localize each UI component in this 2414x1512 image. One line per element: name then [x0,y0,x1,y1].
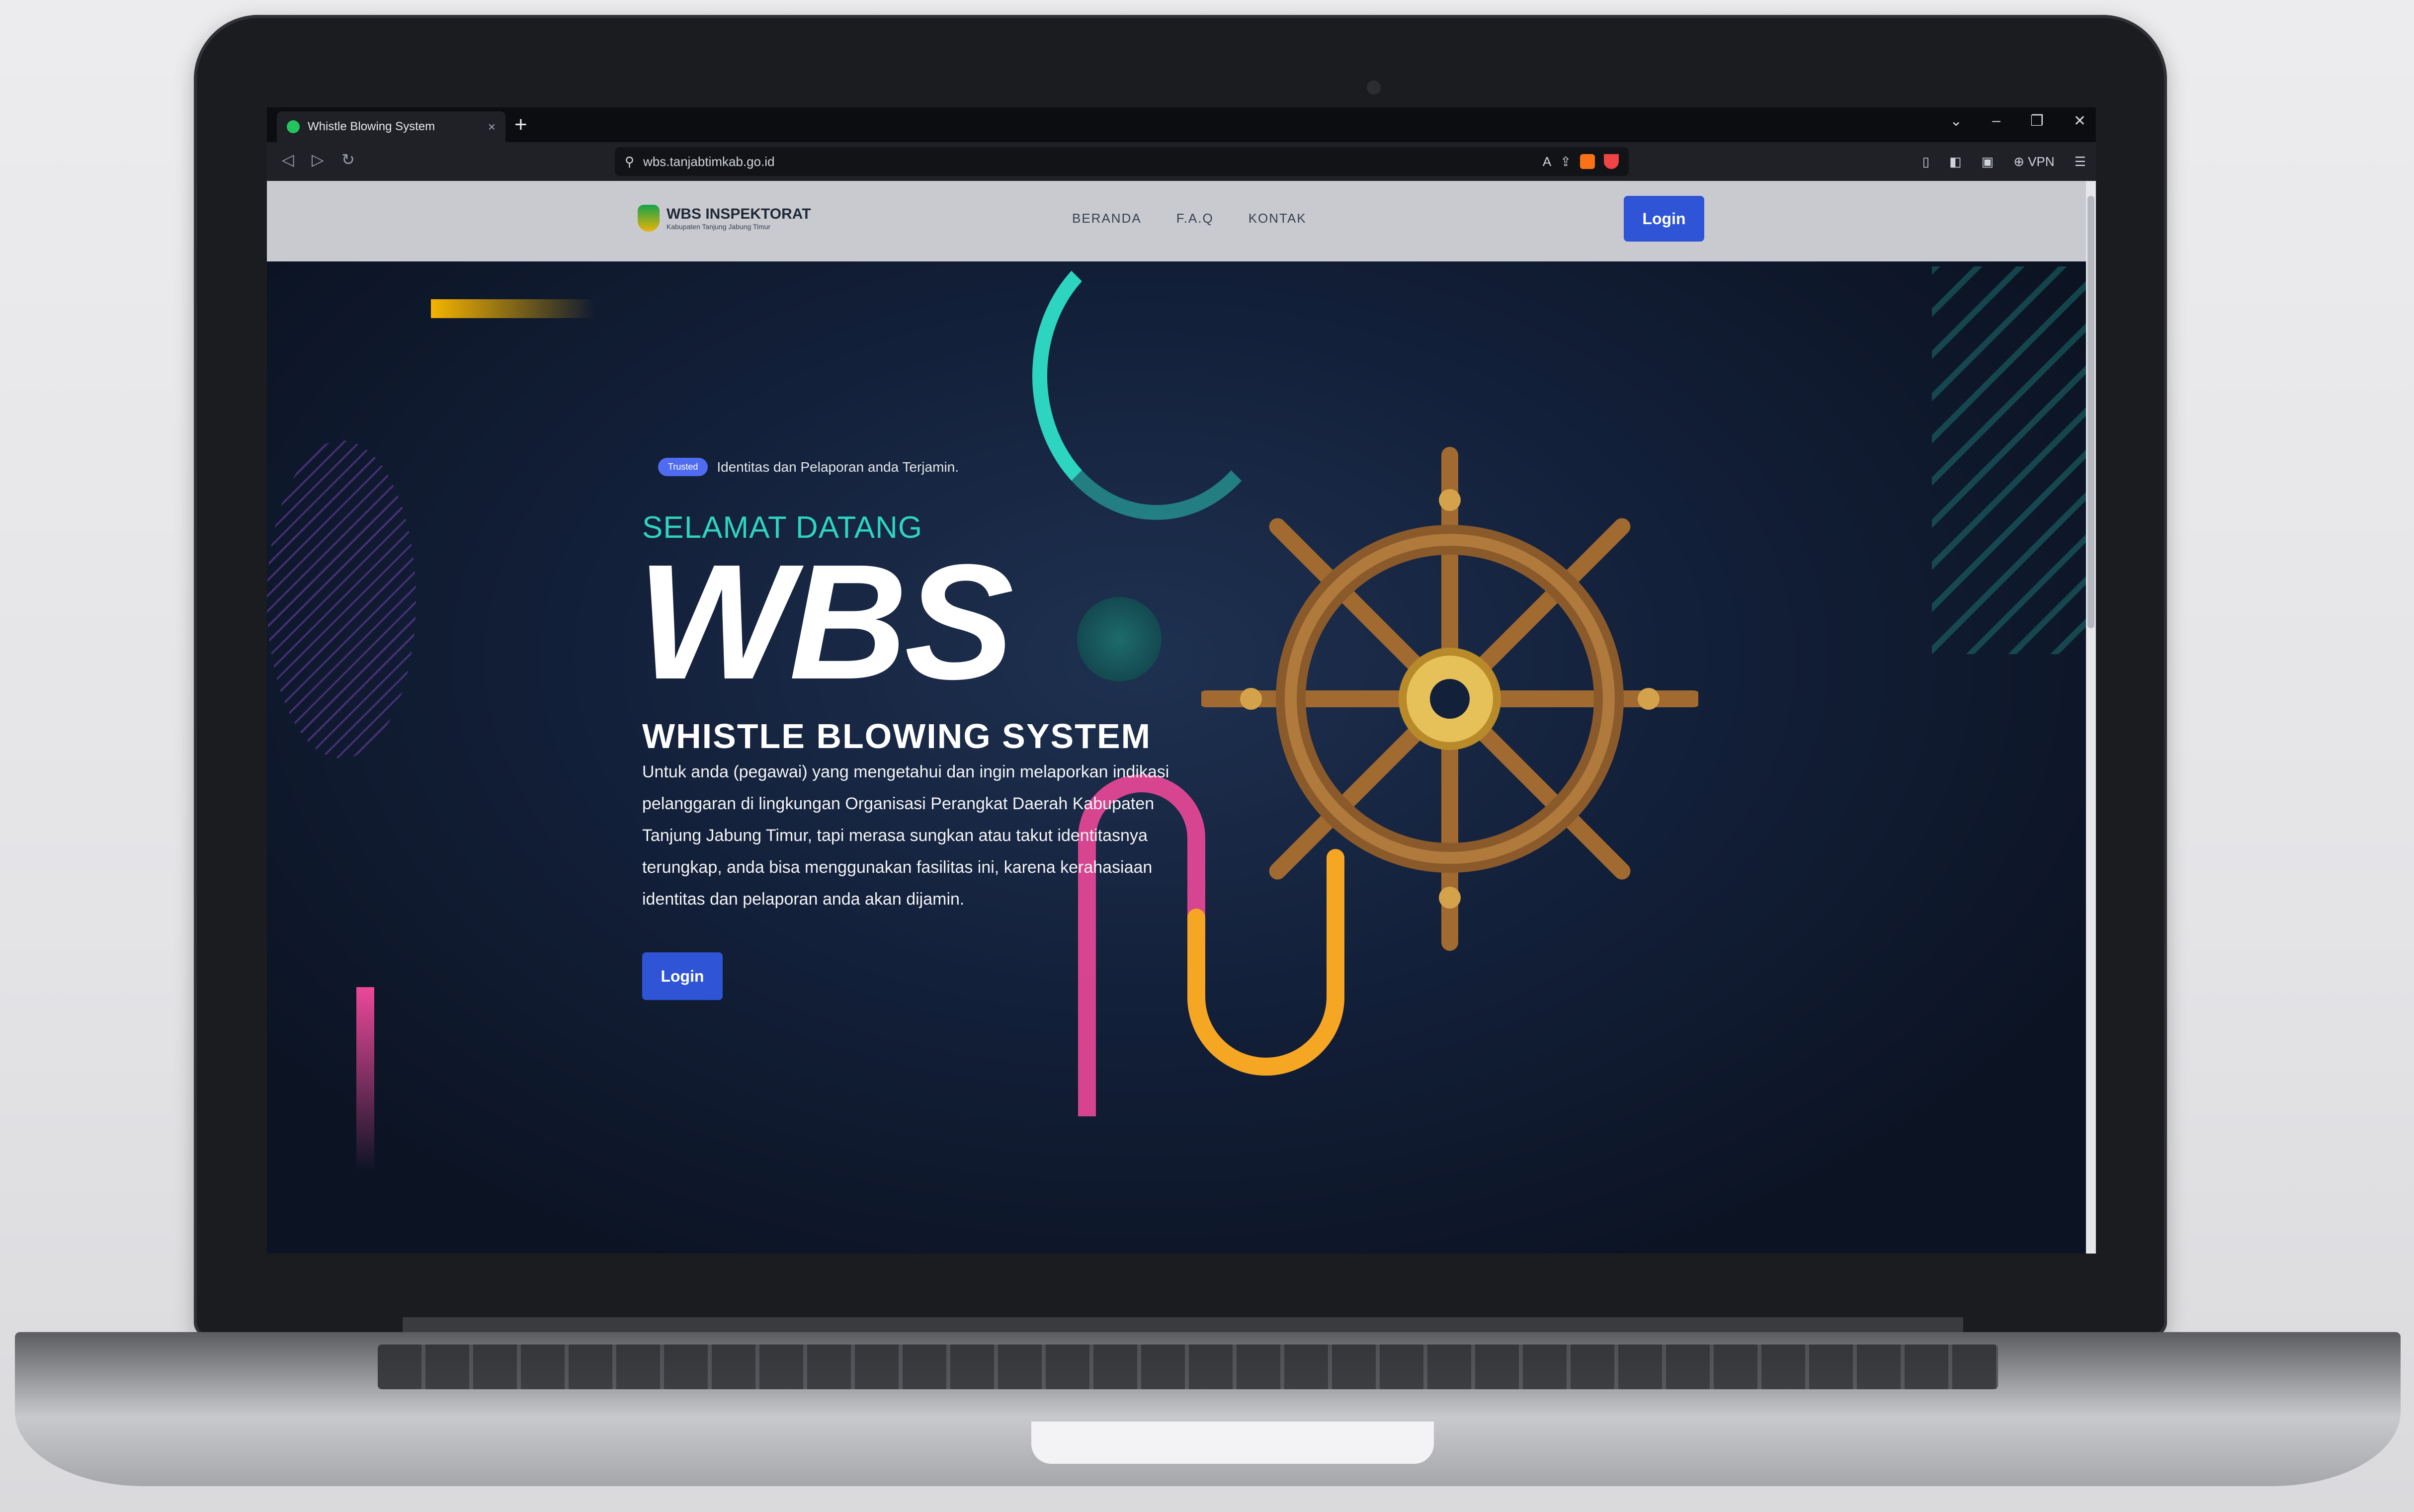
tab-search-icon[interactable]: ⌄ [1950,112,1962,130]
sidebar-icon[interactable]: ▯ [1922,154,1929,169]
back-icon[interactable]: ◁ [282,150,294,169]
webcam [1367,81,1381,94]
keyboard-keys [378,1344,1998,1389]
address-bar[interactable]: ⚲ wbs.tanjabtimkab.go.id A ⇪ [615,147,1629,176]
brave-rewards-icon[interactable] [1604,154,1619,169]
site-header: WBS INSPEKTORAT Kabupaten Tanjung Jabung… [267,181,2086,261]
menu-item-kontak[interactable]: KONTAK [1249,211,1307,226]
description: Untuk anda (pegawai) yang mengetahui dan… [642,762,1169,909]
scrollbar-thumb[interactable] [2087,196,2094,628]
hero-section: Trusted Identitas dan Pelaporan anda Ter… [267,261,2086,1254]
pink-bar-decoration [356,987,374,1171]
diagonal-lines-decoration [1932,266,2086,654]
restore-icon[interactable]: ❐ [2030,112,2044,130]
tab-bar: Whistle Blowing System × + ⌄ – ❐ ✕ [267,107,2096,142]
menu-item-faq[interactable]: F.A.Q [1176,211,1214,226]
main-menu: BERANDA F.A.Q KONTAK [1072,211,1307,226]
reload-icon[interactable]: ↻ [341,150,355,169]
shield-favicon-icon [287,120,300,133]
striped-circle-decoration [267,440,416,758]
site-logo[interactable]: WBS INSPEKTORAT Kabupaten Tanjung Jabung… [638,205,811,232]
menu-icon[interactable]: ☰ [2075,154,2086,169]
close-window-icon[interactable]: ✕ [2074,112,2086,130]
split-view-icon[interactable]: ◧ [1949,154,1962,169]
wallet-icon[interactable]: ▣ [1982,154,1994,169]
logo-subtitle: Kabupaten Tanjung Jabung Timur [666,223,771,231]
browser-window: Whistle Blowing System × + ⌄ – ❐ ✕ ◁ ▷ ↻… [267,107,2096,1254]
scrollbar[interactable] [2086,181,2096,1254]
new-tab-button[interactable]: + [514,112,527,137]
gold-bar-decoration [431,299,595,318]
window-controls: ⌄ – ❐ ✕ [1950,112,2086,130]
close-tab-icon[interactable]: × [488,119,496,135]
subtitle: WHISTLE BLOWING SYSTEM [642,717,1151,756]
site-info-icon[interactable]: ⚲ [625,154,634,169]
translate-icon[interactable]: A [1543,154,1551,169]
teal-dot-decoration [1077,597,1162,681]
logo-title: WBS INSPEKTORAT [666,206,811,222]
menu-item-beranda[interactable]: BERANDA [1072,211,1142,226]
hero-login-button[interactable]: Login [642,952,723,1000]
tab-title: Whistle Blowing System [308,120,435,133]
headline: WBS [637,530,1014,713]
url-text: wbs.tanjabtimkab.go.id [643,154,775,169]
ship-wheel-icon [1201,447,1698,951]
forward-icon[interactable]: ▷ [312,150,324,169]
browser-tab[interactable]: Whistle Blowing System × [277,111,505,142]
emblem-icon [638,205,660,232]
trusted-badge: Trusted [658,458,708,476]
minimize-icon[interactable]: – [1992,112,2000,130]
brave-shield-icon[interactable] [1580,154,1595,169]
browser-extensions: ▯ ◧ ▣ ⊕ VPN ☰ [1922,154,2086,169]
share-icon[interactable]: ⇪ [1560,154,1571,169]
header-login-button[interactable]: Login [1624,196,1704,242]
vpn-button[interactable]: ⊕ VPN [2013,154,2054,169]
vpn-label: VPN [2028,154,2055,169]
trust-badge-row: Trusted Identitas dan Pelaporan anda Ter… [658,458,959,476]
laptop-notch [1031,1422,1434,1464]
trust-text: Identitas dan Pelaporan anda Terjamin. [717,459,959,475]
